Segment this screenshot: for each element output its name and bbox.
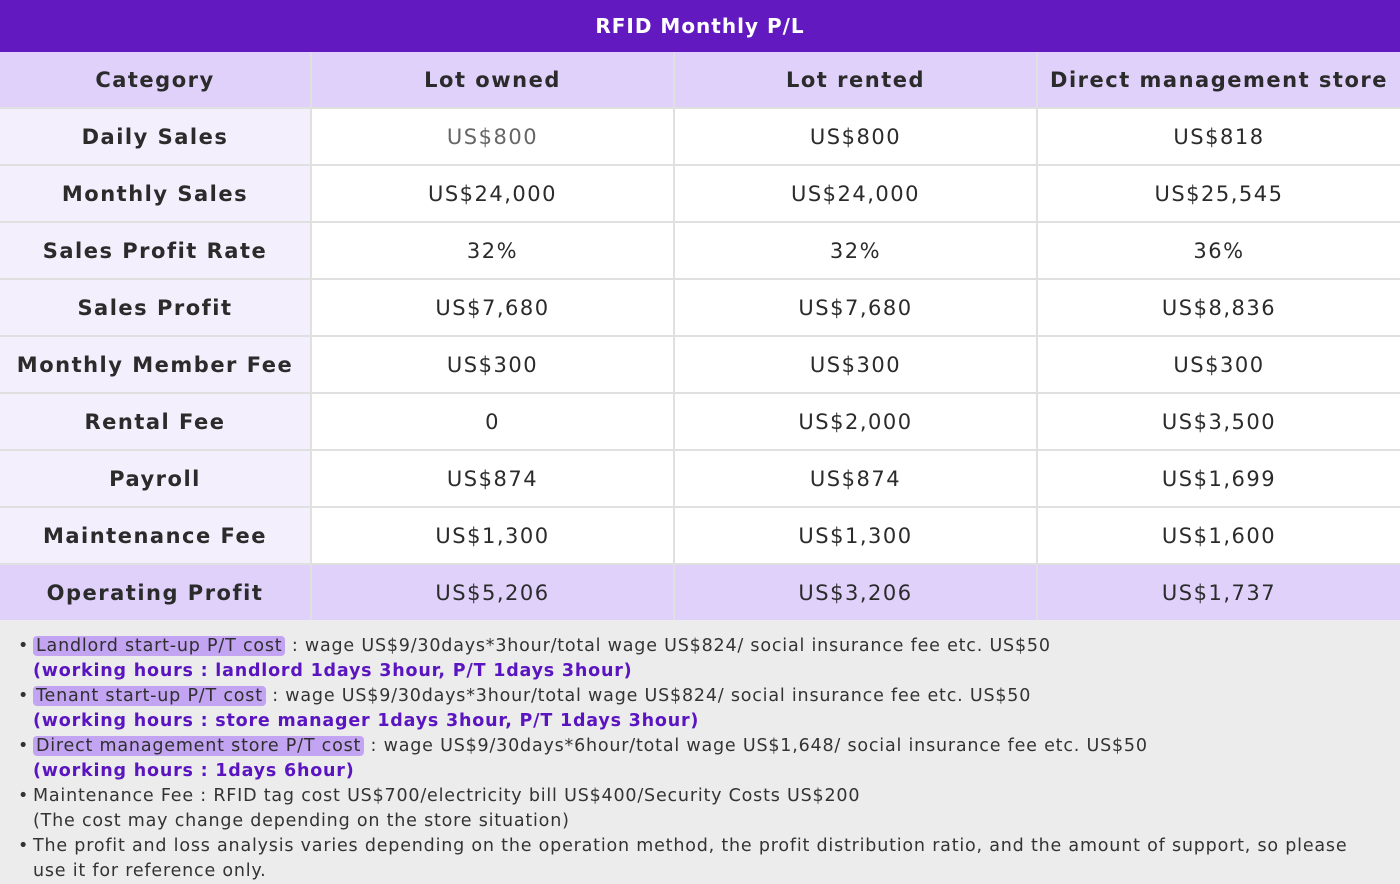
row-label: Monthly Sales — [0, 165, 312, 223]
header-row: Category Lot owned Lot rented Direct man… — [0, 52, 1400, 109]
bullet: • — [18, 786, 30, 806]
notes-section: • Landlord start-up P/T cost : wage US$9… — [0, 620, 1400, 884]
cell-lot-owned: US$5,206 — [311, 564, 675, 620]
note-tag: Tenant start-up P/T cost — [33, 686, 266, 706]
bullet: • — [18, 636, 30, 656]
row-label: Rental Fee — [0, 393, 312, 451]
row-label: Sales Profit Rate — [0, 222, 312, 280]
table-title: RFID Monthly P/L — [0, 0, 1400, 52]
bullet: • — [18, 736, 30, 756]
table-row: Sales Profit US$7,680 US$7,680 US$8,836 — [0, 279, 1400, 337]
cell-lot-rented: US$874 — [674, 450, 1038, 508]
cell-lot-rented: 32% — [674, 222, 1038, 280]
note-subtext: (The cost may change depending on the st… — [33, 811, 570, 831]
cell-lot-owned: US$24,000 — [311, 165, 675, 223]
cell-lot-rented: US$3,206 — [674, 564, 1038, 620]
cell-lot-owned: US$7,680 — [311, 279, 675, 337]
bullet: • — [18, 836, 30, 856]
cell-lot-rented: US$1,300 — [674, 507, 1038, 565]
note-tenant: • Tenant start-up P/T cost : wage US$9/3… — [18, 684, 1380, 734]
table-row: Sales Profit Rate 32% 32% 36% — [0, 222, 1400, 280]
cell-direct-management: US$818 — [1037, 108, 1400, 166]
header-lot-rented: Lot rented — [674, 52, 1038, 109]
cell-direct-management: US$1,737 — [1037, 564, 1400, 620]
note-text: Maintenance Fee : RFID tag cost US$700/e… — [33, 786, 861, 806]
cell-lot-owned: 0 — [311, 393, 675, 451]
table-row: Payroll US$874 US$874 US$1,699 — [0, 450, 1400, 508]
cell-lot-rented: US$800 — [674, 108, 1038, 166]
cell-direct-management: US$25,545 — [1037, 165, 1400, 223]
note-text: The profit and loss analysis varies depe… — [33, 836, 1348, 881]
table-row: Maintenance Fee US$1,300 US$1,300 US$1,6… — [0, 507, 1400, 565]
table-title-text: RFID Monthly P/L — [595, 14, 805, 38]
table-row: Rental Fee 0 US$2,000 US$3,500 — [0, 393, 1400, 451]
cell-lot-owned: US$1,300 — [311, 507, 675, 565]
table-row-total: Operating Profit US$5,206 US$3,206 US$1,… — [0, 564, 1400, 620]
cell-lot-owned: 32% — [311, 222, 675, 280]
pl-table: Category Lot owned Lot rented Direct man… — [0, 52, 1400, 620]
cell-lot-rented: US$300 — [674, 336, 1038, 394]
header-lot-owned: Lot owned — [311, 52, 675, 109]
cell-lot-rented: US$2,000 — [674, 393, 1038, 451]
cell-direct-management: US$1,600 — [1037, 507, 1400, 565]
note-maintenance: • Maintenance Fee : RFID tag cost US$700… — [18, 784, 1380, 834]
cell-direct-management: US$8,836 — [1037, 279, 1400, 337]
table-row: Monthly Member Fee US$300 US$300 US$300 — [0, 336, 1400, 394]
cell-direct-management: US$3,500 — [1037, 393, 1400, 451]
note-hours: (working hours : 1days 6hour) — [33, 761, 355, 781]
table-row: Daily Sales US$800 US$800 US$818 — [0, 108, 1400, 166]
row-label: Payroll — [0, 450, 312, 508]
note-hours: (working hours : store manager 1days 3ho… — [33, 711, 700, 731]
table-row: Monthly Sales US$24,000 US$24,000 US$25,… — [0, 165, 1400, 223]
cell-lot-owned: US$800 — [311, 108, 675, 166]
header-direct-management: Direct management store — [1037, 52, 1400, 109]
note-tag: Direct management store P/T cost — [33, 736, 365, 756]
row-label: Monthly Member Fee — [0, 336, 312, 394]
cell-lot-rented: US$7,680 — [674, 279, 1038, 337]
cell-direct-management: US$300 — [1037, 336, 1400, 394]
cell-direct-management: US$1,699 — [1037, 450, 1400, 508]
note-text: : wage US$9/30days*3hour/total wage US$8… — [285, 636, 1051, 656]
cell-lot-owned: US$874 — [311, 450, 675, 508]
note-direct: • Direct management store P/T cost : wag… — [18, 734, 1380, 784]
bullet: • — [18, 686, 30, 706]
row-label: Maintenance Fee — [0, 507, 312, 565]
row-label: Sales Profit — [0, 279, 312, 337]
row-label: Operating Profit — [0, 564, 312, 620]
note-disclaimer: • The profit and loss analysis varies de… — [18, 834, 1380, 884]
note-text: : wage US$9/30days*6hour/total wage US$1… — [364, 736, 1148, 756]
note-hours: (working hours : landlord 1days 3hour, P… — [33, 661, 633, 681]
header-category: Category — [0, 52, 312, 109]
note-text: : wage US$9/30days*3hour/total wage US$8… — [265, 686, 1032, 706]
cell-lot-rented: US$24,000 — [674, 165, 1038, 223]
cell-lot-owned: US$300 — [311, 336, 675, 394]
note-landlord: • Landlord start-up P/T cost : wage US$9… — [18, 634, 1380, 684]
row-label: Daily Sales — [0, 108, 312, 166]
cell-direct-management: 36% — [1037, 222, 1400, 280]
note-tag: Landlord start-up P/T cost — [33, 636, 286, 656]
